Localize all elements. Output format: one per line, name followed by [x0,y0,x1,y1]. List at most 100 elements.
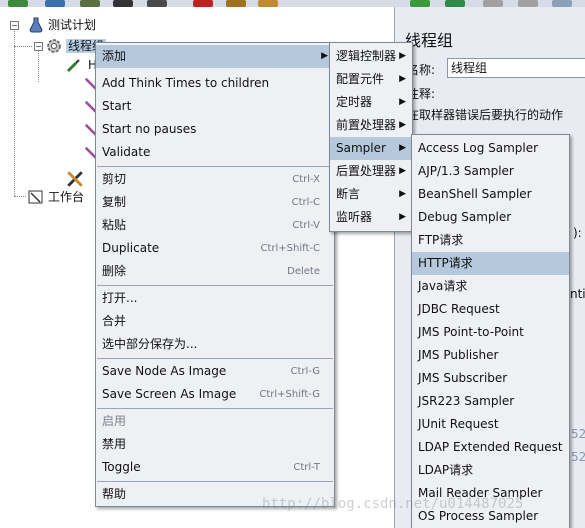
menu-item-label: Toggle [102,460,141,474]
submenu-item-pre-processor[interactable]: 前置处理器 ▶ [330,114,412,137]
submenu-item-assertion[interactable]: 断言 ▶ [330,183,412,206]
sampler-item[interactable]: JMS Subscriber [412,367,569,390]
menu-item-start-no-pauses[interactable]: Start no pauses [96,118,334,141]
menu-item-merge[interactable]: 合并 [96,310,334,333]
sampler-item[interactable]: BeanShell Sampler [412,183,569,206]
copy-icon[interactable] [226,0,246,7]
menu-item-toggle[interactable]: Toggle Ctrl-T [96,456,334,479]
menu-separator [97,285,333,286]
field-fragment: ): [573,226,582,240]
menu-separator [97,358,333,359]
sampler-item[interactable]: Java请求 [412,275,569,298]
submenu-item-timer[interactable]: 定时器 ▶ [330,91,412,114]
menu-item-open[interactable]: 打开... [96,287,334,310]
tree-node-item[interactable]: H [66,56,97,74]
menu-item-start[interactable]: Start [96,95,334,118]
clear-icon[interactable] [552,0,572,7]
field-fragment: 52 [571,427,585,441]
sampler-item[interactable]: FTP请求 [412,229,569,252]
sampler-item[interactable]: JUnit Request [412,413,569,436]
menu-item-label: Debug Sampler [418,210,512,224]
toolbar-button-1[interactable] [8,0,28,7]
menu-item-label: Save Node As Image [102,364,227,378]
toolbar [0,0,585,7]
name-field[interactable]: 线程组 [447,58,585,78]
menu-item-label: Start [102,99,132,113]
paste-icon[interactable] [258,0,278,7]
tree-node-test-plan[interactable]: 测试计划 [28,16,96,34]
submenu-item-config-element[interactable]: 配置元件 ▶ [330,68,412,91]
menu-item-label: FTP请求 [418,233,464,247]
save-icon[interactable] [113,0,133,7]
menu-item-add-think-times[interactable]: Add Think Times to children [96,72,334,95]
chevron-right-icon: ▶ [321,51,328,61]
menu-item-label: LDAP Extended Request [418,440,563,454]
menu-item-copy[interactable]: 复制 Ctrl-C [96,191,334,214]
menu-item-paste[interactable]: 粘贴 Ctrl-V [96,214,334,237]
sampler-item[interactable]: JMS Point-to-Point [412,321,569,344]
toolbar-button-5[interactable] [147,0,167,7]
toolbar-button-2[interactable] [45,0,65,7]
menu-item-add[interactable]: 添加 ▶ [96,45,334,68]
sampler-item[interactable]: JSR223 Sampler [412,390,569,413]
shortcut-label: Ctrl-T [293,462,320,473]
shutdown-icon[interactable] [518,0,538,7]
menu-item-label: 禁用 [102,437,127,451]
sampler-submenu: Access Log Sampler AJP/1.3 Sampler BeanS… [411,134,570,528]
submenu-item-logic-controller[interactable]: 逻辑控制器 ▶ [330,45,412,68]
menu-item-label: JSR223 Sampler [418,394,515,408]
submenu-item-post-processor[interactable]: 后置处理器 ▶ [330,160,412,183]
sampler-item[interactable]: AJP/1.3 Sampler [412,160,569,183]
menu-item-label: Access Log Sampler [418,141,539,155]
collapse-toggle[interactable]: − [10,21,19,30]
tree-node-label: 测试计划 [48,18,97,32]
menu-item-validate[interactable]: Validate [96,141,334,164]
menu-item-label: Sampler [336,141,386,155]
submenu-item-sampler[interactable]: Sampler ▶ [330,137,412,160]
toolbar-button-3[interactable] [80,0,100,7]
menu-item-label: 帮助 [102,487,127,501]
cut-icon[interactable] [193,0,213,7]
menu-item-save-node-as-image[interactable]: Save Node As Image Ctrl-G [96,360,334,383]
menu-item-cut[interactable]: 剪切 Ctrl-X [96,168,334,191]
menu-item-save-selection-as[interactable]: 选中部分保存为... [96,333,334,356]
sampler-item[interactable]: Access Log Sampler [412,137,569,160]
tree-node-label: 工作台 [48,190,85,204]
chevron-right-icon: ▶ [399,74,406,84]
shortcut-label: Ctrl-G [290,366,320,377]
menu-item-label: 前置处理器 [336,118,397,132]
menu-item-disable[interactable]: 禁用 [96,433,334,456]
sampler-item[interactable]: JDBC Request [412,298,569,321]
menu-item-label: 监听器 [336,210,373,224]
tree-node-workbench[interactable]: 工作台 [28,188,84,206]
menu-item-label: Java请求 [418,279,468,293]
watermark: http://blog.csdn.net/u014487025 [262,496,524,512]
menu-item-duplicate[interactable]: Duplicate Ctrl+Shift-C [96,237,334,260]
menu-item-save-screen-as-image[interactable]: Save Screen As Image Ctrl+Shift-G [96,383,334,406]
start-icon[interactable] [410,0,430,7]
menu-item-label: Save Screen As Image [102,387,237,401]
menu-item-enable: 启用 [96,410,334,433]
sampler-item[interactable]: LDAP请求 [412,459,569,482]
menu-item-label: Start no pauses [102,122,197,136]
sampler-item-http-request[interactable]: HTTP请求 [412,252,569,275]
start-no-pauses-icon[interactable] [445,0,465,7]
workbench-icon [28,190,43,204]
shortcut-label: Ctrl+Shift-G [259,389,320,400]
menu-item-label: 粘贴 [102,218,127,232]
tools-icon [67,171,83,187]
submenu-item-listener[interactable]: 监听器 ▶ [330,206,412,229]
menu-item-label: AJP/1.3 Sampler [418,164,514,178]
menu-item-label: JMS Point-to-Point [418,325,524,339]
chevron-right-icon: ▶ [399,143,406,153]
shortcut-label: Ctrl+Shift-C [260,243,321,254]
menu-item-delete[interactable]: 删除 Delete [96,260,334,283]
sampler-item[interactable]: JMS Publisher [412,344,569,367]
sampler-item[interactable]: Debug Sampler [412,206,569,229]
shortcut-label: Delete [287,266,320,277]
sampler-item[interactable]: LDAP Extended Request [412,436,569,459]
chevron-right-icon: ▶ [399,189,406,199]
stop-icon[interactable] [483,0,503,7]
collapse-toggle[interactable]: − [34,42,43,51]
menu-item-label: LDAP请求 [418,463,474,477]
